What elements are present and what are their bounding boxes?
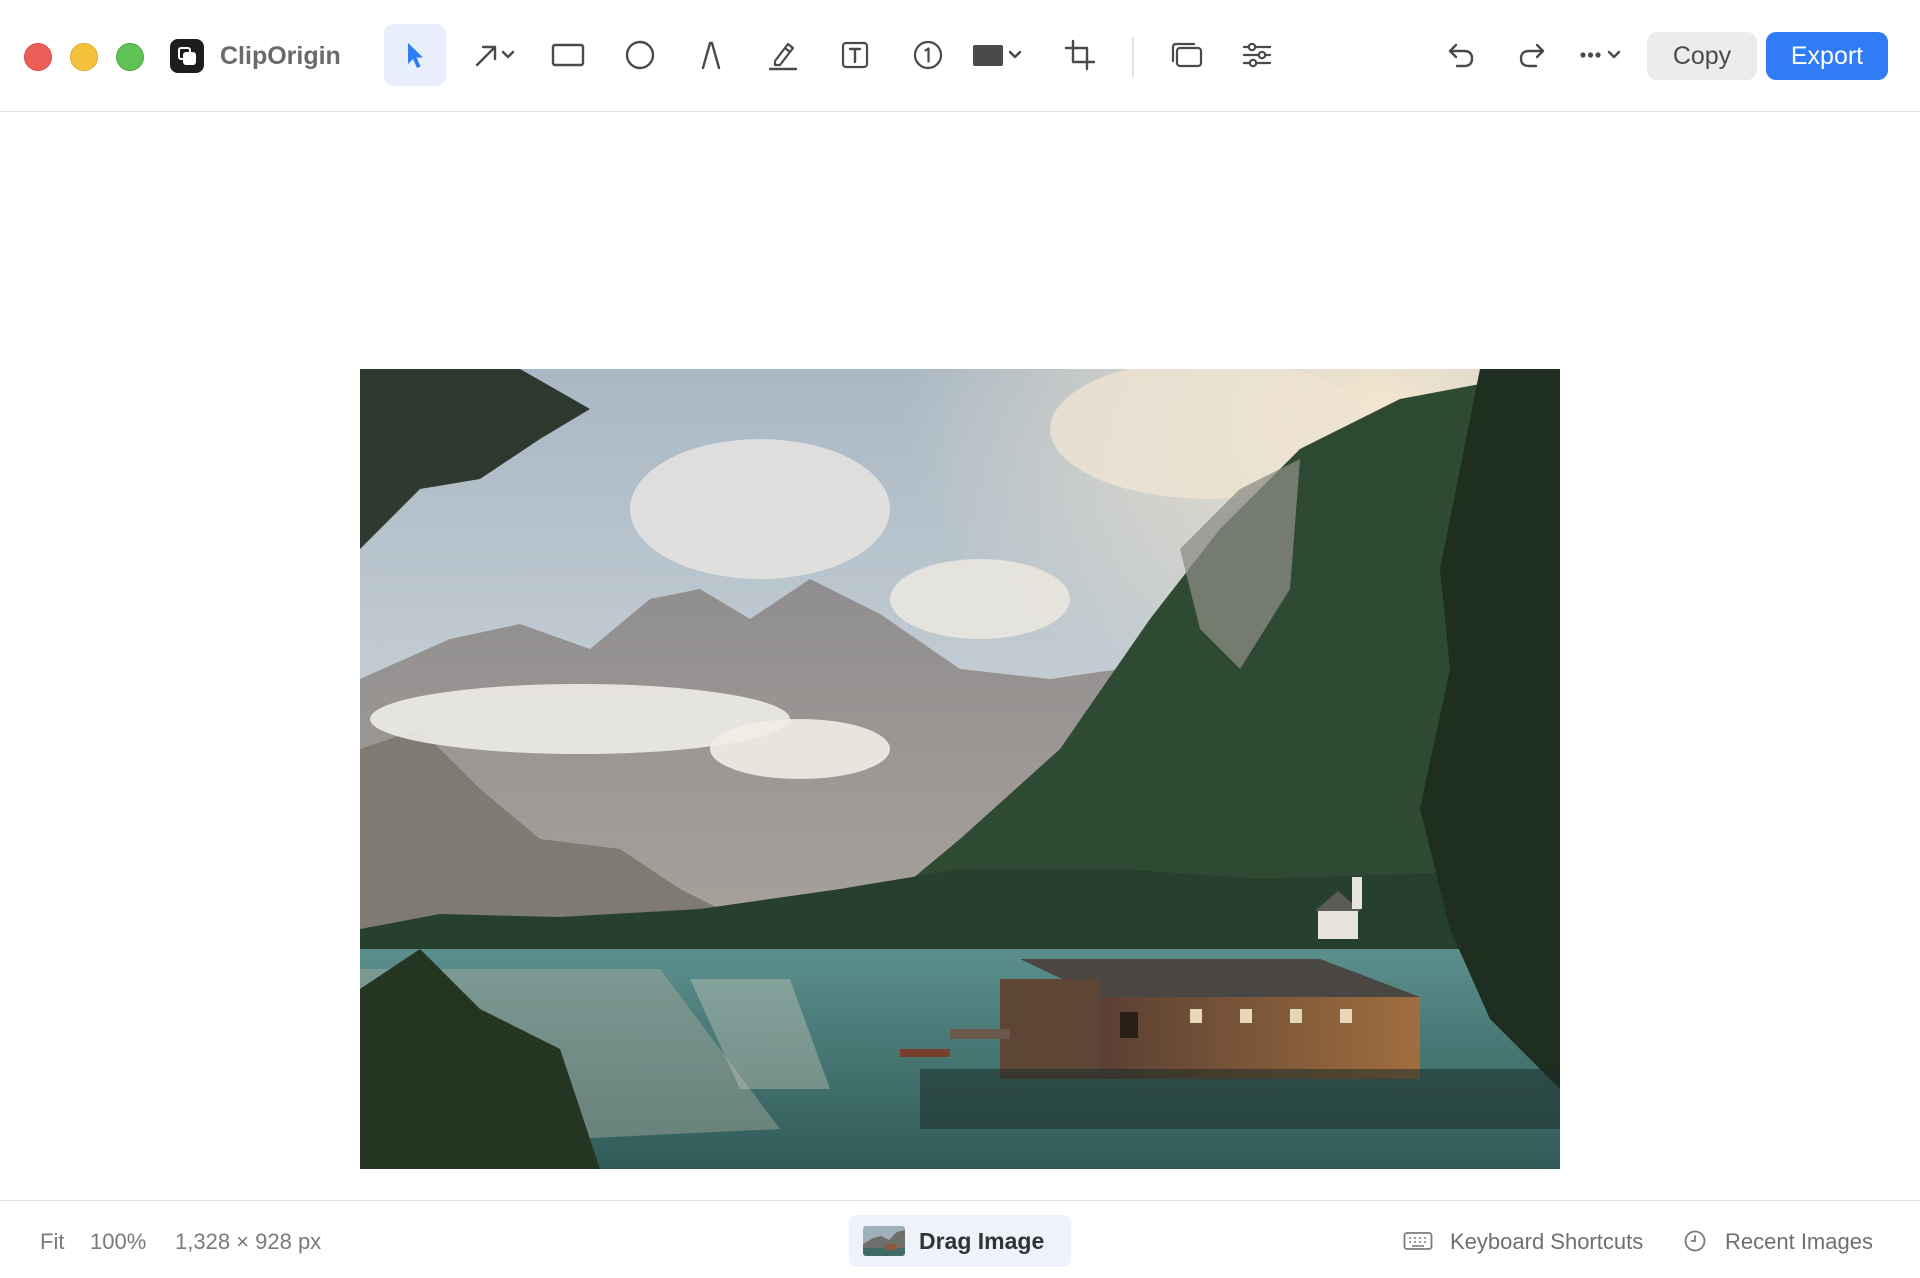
- landscape-photo[interactable]: [360, 369, 1560, 1169]
- cursor-arrow-icon: [408, 43, 423, 68]
- undo-button[interactable]: [1430, 24, 1492, 86]
- clock-icon: [1684, 1230, 1706, 1252]
- image-thumbnail: [863, 1226, 905, 1256]
- export-button[interactable]: Export: [1766, 32, 1888, 80]
- fill-color-button[interactable]: [966, 24, 1030, 86]
- crop-tool-button[interactable]: [1049, 24, 1111, 86]
- arrow-tool-button[interactable]: [460, 24, 530, 86]
- copy-button[interactable]: Copy: [1647, 32, 1757, 80]
- redo-button[interactable]: [1501, 24, 1563, 86]
- stacked-windows-icon: [1171, 42, 1203, 68]
- keyboard-icon: [1403, 1232, 1433, 1250]
- highlighter-icon: [768, 42, 798, 71]
- undo-icon: [1448, 43, 1474, 68]
- pen-nib-icon: [701, 41, 721, 70]
- rectangle-icon: [551, 43, 585, 67]
- circle-icon: [625, 40, 655, 70]
- app-name: ClipOrigin: [220, 42, 341, 70]
- text-box-icon: [841, 41, 869, 69]
- image-dimensions: 1,328 × 928 px: [175, 1229, 322, 1254]
- app-logo-icon: [170, 39, 204, 73]
- fill-color-icon: [973, 45, 1022, 66]
- rectangle-tool-button[interactable]: [537, 24, 599, 86]
- status-bar: Fit 100% 1,328 × 928 px Drag Image Keybo…: [0, 1200, 1920, 1278]
- keyboard-shortcuts-button[interactable]: Keyboard Shortcuts: [1450, 1229, 1643, 1255]
- fit-button[interactable]: Fit: [40, 1229, 64, 1255]
- zoom-level[interactable]: 100%: [90, 1229, 146, 1255]
- ellipse-tool-button[interactable]: [609, 24, 671, 86]
- sliders-icon: [1242, 42, 1272, 68]
- arrow-icon: [475, 45, 515, 67]
- more-options-button[interactable]: [1573, 24, 1633, 86]
- pen-tool-button[interactable]: [680, 24, 742, 86]
- minimize-window-button[interactable]: [70, 43, 98, 71]
- recent-images-button[interactable]: Recent Images: [1725, 1229, 1873, 1255]
- select-tool-button[interactable]: [384, 24, 446, 86]
- more-options-icon: [1580, 50, 1621, 59]
- adjust-tool-button[interactable]: [1226, 24, 1288, 86]
- counter-tool-button[interactable]: [897, 24, 959, 86]
- image-canvas: [0, 112, 1920, 1200]
- background-tool-button[interactable]: [1155, 24, 1217, 86]
- drag-image-label: Drag Image: [919, 1227, 1045, 1254]
- drag-image-button[interactable]: Drag Image: [849, 1215, 1071, 1267]
- toolbar-divider: [1132, 37, 1134, 77]
- text-tool-button[interactable]: [824, 24, 886, 86]
- redo-icon: [1519, 43, 1545, 68]
- toolbar: ClipOrigin Copy Export: [0, 0, 1920, 112]
- close-window-button[interactable]: [24, 43, 52, 71]
- numbered-counter-icon: [913, 40, 943, 70]
- crop-icon: [1064, 39, 1096, 71]
- zoom-window-button[interactable]: [116, 43, 144, 71]
- highlighter-tool-button[interactable]: [752, 24, 814, 86]
